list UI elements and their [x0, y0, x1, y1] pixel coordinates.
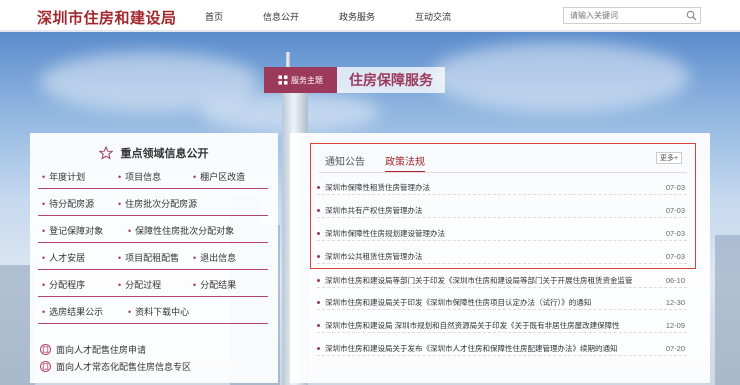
news-item-title[interactable]: 深圳市住房和建设局 深圳市规划和自然资源局关于印发《关于既有非居住房屋改建保障性 [325, 320, 655, 331]
news-item: 深圳市保障性住房规划建设管理办法 07-03 [317, 227, 687, 241]
link-batch-housing[interactable]: 住房批次分配房源 [118, 197, 197, 210]
key-info-title: 重点领域信息公开 [30, 145, 278, 161]
link-selection-results[interactable]: 选房结果公示 [42, 305, 103, 318]
news-item: 深圳市住房和建设局 深圳市规划和自然资源局关于印发《关于既有非居住房屋改建保障性… [317, 319, 687, 333]
link-talent-sale-zone[interactable]: 面向人才常态化配售住房信息专区 [40, 360, 191, 373]
news-item-date: 07-03 [665, 229, 685, 238]
news-item-date: 07-03 [665, 183, 685, 192]
key-info-row: 分配程序 分配过程 分配结果 [38, 273, 268, 297]
news-item-date: 07-03 [665, 206, 685, 215]
link-pending-housing[interactable]: 待分配房源 [42, 197, 94, 210]
link-exit-info[interactable]: 退出信息 [193, 251, 236, 264]
link-allocation-procedure[interactable]: 分配程序 [42, 278, 85, 291]
news-item-title[interactable]: 深圳市保障性住房规划建设管理办法 [325, 228, 655, 239]
link-registered-recipients[interactable]: 登记保障对象 [42, 224, 103, 237]
news-item-date: 06-10 [665, 276, 685, 285]
link-download-center[interactable]: 资料下载中心 [128, 305, 189, 318]
news-item-date: 12-30 [665, 298, 685, 307]
header: 深圳市住房和建设局 首页 信息公开 政务服务 互动交流 [0, 0, 740, 31]
nav-info-disclosure[interactable]: 信息公开 [263, 10, 299, 23]
star-icon [99, 146, 114, 160]
tab-policies[interactable]: 政策法规 [385, 153, 425, 173]
news-tabs: 通知公告 政策法规 [325, 153, 445, 173]
service-theme-title: 住房保障服务 [337, 67, 445, 93]
link-project-lease-sale[interactable]: 项目配租配售 [118, 251, 179, 264]
news-item-date: 07-03 [665, 252, 685, 261]
news-item: 深圳市住房和建设局等部门关于印发《深圳市住房和建设局等部门关于开展住房租赁资金监… [317, 274, 687, 288]
news-item-title[interactable]: 深圳市保障性租赁住房管理办法 [325, 182, 655, 193]
key-info-title-text: 重点领域信息公开 [120, 148, 209, 160]
service-theme-banner: 服务主题 住房保障服务 [264, 67, 445, 93]
nav-home[interactable]: 首页 [205, 10, 223, 23]
news-item-date: 07-20 [665, 344, 685, 353]
key-info-row: 登记保障对象 保障性住房批次分配对象 [38, 219, 268, 243]
news-item-title[interactable]: 深圳市住房和建设局等部门关于印发《深圳市住房和建设局等部门关于开展住房租赁资金监… [325, 275, 655, 286]
search-input[interactable] [564, 8, 682, 23]
news-item-title[interactable]: 深圳市公共租赁住房管理办法 [325, 251, 655, 262]
key-info-row: 待分配房源 住房批次分配房源 [38, 192, 268, 216]
news-item-date: 12-09 [665, 321, 685, 330]
site-title[interactable]: 深圳市住房和建设局 [37, 7, 177, 28]
document-icon [40, 344, 51, 355]
service-theme-badge: 服务主题 [264, 67, 337, 93]
news-item-title[interactable]: 深圳市共有产权住房管理办法 [325, 205, 655, 216]
nav-interaction[interactable]: 互动交流 [415, 10, 451, 23]
key-info-panel: 重点领域信息公开 年度计划 项目信息 棚户区改造 待分配房源 住房批次分配房源 … [30, 133, 278, 383]
key-info-row: 选房结果公示 资料下载中心 [38, 300, 268, 324]
news-item: 深圳市共有产权住房管理办法 07-03 [317, 204, 687, 218]
news-item: 深圳市住房和建设局关于发布《深圳市人才住房和保障性住房配建管理办法》续期的通知 … [317, 342, 687, 356]
link-annual-plan[interactable]: 年度计划 [42, 170, 85, 183]
link-shantytown-renovation[interactable]: 棚户区改造 [193, 170, 245, 183]
link-talent-sale-zone-label: 面向人才常态化配售住房信息专区 [56, 362, 192, 372]
link-talent-sale-application[interactable]: 面向人才配售住房申请 [40, 343, 146, 356]
tab-divider [319, 172, 687, 173]
link-talent-housing[interactable]: 人才安居 [42, 251, 85, 264]
news-item: 深圳市公共租赁住房管理办法 07-03 [317, 250, 687, 264]
link-talent-sale-application-label: 面向人才配售住房申请 [56, 345, 147, 355]
news-item-title[interactable]: 深圳市住房和建设局关于发布《深圳市人才住房和保障性住房配建管理办法》续期的通知 [325, 343, 655, 354]
link-allocation-process[interactable]: 分配过程 [118, 278, 161, 291]
search-icon[interactable] [686, 10, 697, 21]
document-icon [40, 361, 51, 372]
main-nav: 首页 信息公开 政务服务 互动交流 [205, 10, 491, 23]
link-allocation-results[interactable]: 分配结果 [193, 278, 236, 291]
search-box [563, 7, 701, 24]
key-info-row: 人才安居 项目配租配售 退出信息 [38, 246, 268, 270]
more-button[interactable]: 更多+ [656, 152, 682, 164]
link-batch-recipients[interactable]: 保障性住房批次分配对象 [128, 224, 234, 237]
nav-government-services[interactable]: 政务服务 [339, 10, 375, 23]
grid-icon [278, 75, 288, 85]
tab-notices[interactable]: 通知公告 [325, 153, 365, 173]
key-info-row: 年度计划 项目信息 棚户区改造 [38, 165, 268, 189]
news-item: 深圳市住房和建设局关于印发《深圳市保障性住房项目认定办法（试行）》的通知 12-… [317, 296, 687, 310]
news-item-title[interactable]: 深圳市住房和建设局关于印发《深圳市保障性住房项目认定办法（试行）》的通知 [325, 297, 655, 308]
service-theme-badge-label: 服务主题 [291, 75, 323, 85]
link-project-info[interactable]: 项目信息 [118, 170, 161, 183]
news-item: 深圳市保障性租赁住房管理办法 07-03 [317, 181, 687, 195]
